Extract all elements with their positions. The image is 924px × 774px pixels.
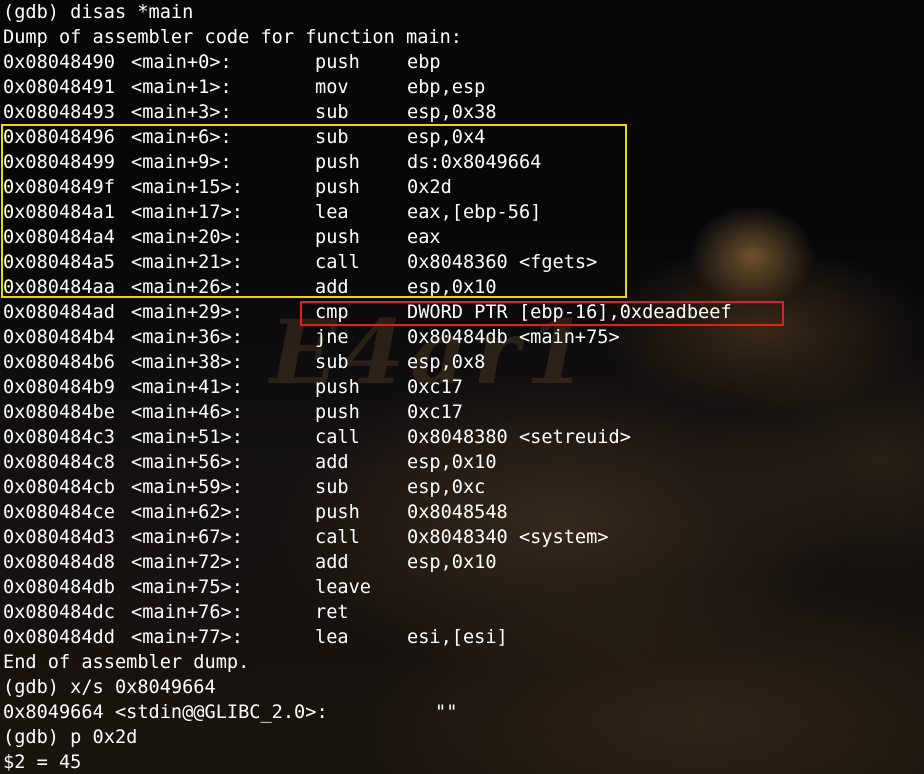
gdb-command: (gdb) x/s 0x8049664 (3, 677, 216, 698)
gdb-command: (gdb) p 0x2d (3, 727, 138, 748)
instruction-operand: esp,0x38 (407, 102, 497, 123)
xs-result-label: 0x8049664 <stdin@@GLIBC_2.0>: (3, 702, 328, 723)
instruction-mnemonic: push (315, 502, 360, 523)
instruction-operand: 0x8048380 <setreuid> (407, 427, 631, 448)
instruction-address: 0x08048490 (3, 52, 115, 73)
dump-title: Dump of assembler code for function main… (3, 27, 462, 48)
instruction-mnemonic: add (315, 552, 349, 573)
instruction-mnemonic: push (315, 402, 360, 423)
instruction-offset: <main+0>: (131, 52, 232, 73)
instruction-offset: <main+76>: (131, 602, 243, 623)
xs-result-value: "" (435, 702, 458, 723)
instruction-operand: ebp (407, 52, 441, 73)
instruction-offset: <main+77>: (131, 627, 243, 648)
instruction-operand: esp,0x8 (407, 352, 486, 373)
instruction-mnemonic: jne (315, 327, 349, 348)
instruction-address: 0x080484be (3, 402, 115, 423)
instruction-offset: <main+59>: (131, 477, 243, 498)
instruction-offset: <main+38>: (131, 352, 243, 373)
instruction-operand: esi,[esi] (407, 627, 508, 648)
instruction-offset: <main+62>: (131, 502, 243, 523)
gdb-prompt-line: (gdb) disas *main (3, 0, 193, 25)
instruction-mnemonic: push (315, 52, 360, 73)
instruction-offset: <main+3>: (131, 102, 232, 123)
gdb-prompt-line: (gdb) p 0x2d (3, 725, 137, 750)
instruction-address: 0x08048491 (3, 77, 115, 98)
instruction-operand: 0x8048340 <system> (407, 527, 609, 548)
instruction-operand: 0x8048548 (407, 502, 508, 523)
instruction-offset: <main+51>: (131, 427, 243, 448)
instruction-address: 0x08048493 (3, 102, 115, 123)
instruction-offset: <main+72>: (131, 552, 243, 573)
cmp-deadbeef-highlight-box (300, 301, 784, 326)
print-result-line: $2 = 45 (3, 750, 81, 774)
terminal-window[interactable]: E4ar1 (gdb) disas *main Dump of assemble… (0, 0, 924, 774)
gdb-command: (gdb) disas *main (3, 2, 194, 23)
instruction-mnemonic: push (315, 377, 360, 398)
instruction-address: 0x080484b4 (3, 327, 115, 348)
instruction-offset: <main+1>: (131, 77, 232, 98)
instruction-mnemonic: lea (315, 627, 349, 648)
instruction-operand: 0xc17 (407, 377, 463, 398)
instruction-operand: esp,0x10 (407, 552, 497, 573)
instruction-mnemonic: mov (315, 77, 349, 98)
instruction-mnemonic: sub (315, 352, 349, 373)
instruction-operand: esp,0xc (407, 477, 486, 498)
instruction-address: 0x080484d8 (3, 552, 115, 573)
instruction-address: 0x080484c8 (3, 452, 115, 473)
instruction-address: 0x080484dc (3, 602, 115, 623)
xs-result-line: 0x8049664 <stdin@@GLIBC_2.0>: "" (3, 700, 457, 725)
instruction-offset: <main+41>: (131, 377, 243, 398)
instruction-operand: 0xc17 (407, 402, 463, 423)
instruction-mnemonic: add (315, 452, 349, 473)
instruction-offset: <main+36>: (131, 327, 243, 348)
instruction-address: 0x080484db (3, 577, 115, 598)
instruction-offset: <main+29>: (131, 302, 243, 323)
instruction-address: 0x080484ad (3, 302, 115, 323)
print-result: $2 = 45 (3, 752, 82, 773)
instruction-mnemonic: ret (315, 602, 349, 623)
instruction-mnemonic: sub (315, 477, 349, 498)
instruction-offset: <main+46>: (131, 402, 243, 423)
dump-end-text: End of assembler dump. (3, 652, 250, 673)
instruction-address: 0x080484d3 (3, 527, 115, 548)
dump-end-line: End of assembler dump. (3, 650, 249, 675)
fgets-call-highlight-box (1, 124, 627, 298)
instruction-address: 0x080484b6 (3, 352, 115, 373)
instruction-address: 0x080484c3 (3, 427, 115, 448)
instruction-operand: ebp,esp (407, 77, 486, 98)
instruction-offset: <main+67>: (131, 527, 243, 548)
instruction-address: 0x080484cb (3, 477, 115, 498)
dump-header-line: Dump of assembler code for function main… (3, 25, 462, 50)
instruction-operand: 0x80484db <main+75> (407, 327, 620, 348)
instruction-mnemonic: call (315, 527, 360, 548)
instruction-address: 0x080484dd (3, 627, 115, 648)
instruction-offset: <main+75>: (131, 577, 243, 598)
instruction-mnemonic: leave (315, 577, 371, 598)
instruction-mnemonic: call (315, 427, 360, 448)
gdb-prompt-line: (gdb) x/s 0x8049664 (3, 675, 216, 700)
instruction-offset: <main+56>: (131, 452, 243, 473)
instruction-mnemonic: sub (315, 102, 349, 123)
instruction-operand: esp,0x10 (407, 452, 497, 473)
instruction-address: 0x080484b9 (3, 377, 115, 398)
instruction-address: 0x080484ce (3, 502, 115, 523)
